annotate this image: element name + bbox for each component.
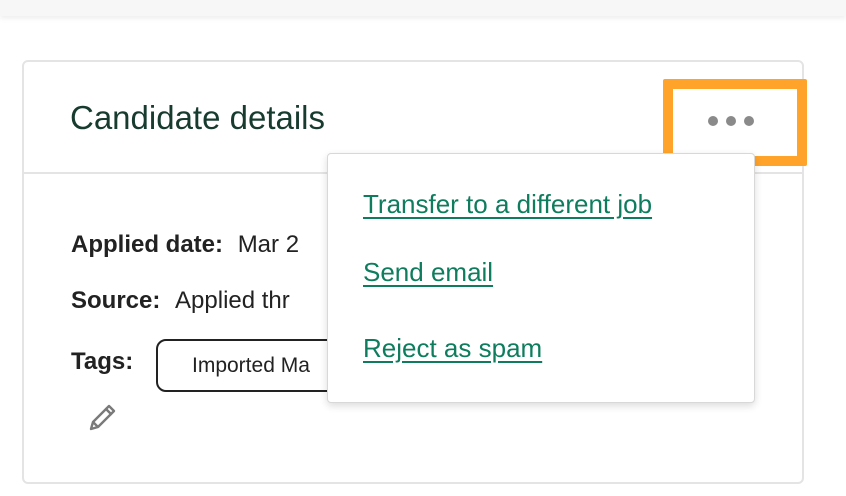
source-value: Applied thr [175, 287, 290, 314]
top-bar-shadow [0, 0, 846, 16]
applied-date-label: Applied date: [71, 231, 224, 258]
tags-label: Tags: [71, 348, 134, 375]
applied-date-row: Applied date: Mar 2 [71, 229, 299, 261]
source-label: Source: [71, 287, 161, 314]
more-options-menu: Transfer to a different job Send email R… [327, 153, 755, 403]
more-options-button[interactable] [690, 100, 772, 142]
menu-item-send-email[interactable]: Send email [363, 255, 493, 289]
tags-row: Tags: [71, 346, 133, 378]
applied-date-value: Mar 2 [237, 231, 300, 258]
ellipsis-icon [744, 116, 754, 126]
menu-item-transfer-job[interactable]: Transfer to a different job [363, 187, 652, 221]
card-title: Candidate details [70, 99, 326, 136]
menu-item-reject-spam[interactable]: Reject as spam [363, 331, 542, 365]
source-row: Source: Applied thr [71, 285, 290, 317]
ellipsis-icon [708, 116, 718, 126]
ellipsis-icon [726, 116, 736, 126]
pencil-icon[interactable] [84, 398, 122, 436]
